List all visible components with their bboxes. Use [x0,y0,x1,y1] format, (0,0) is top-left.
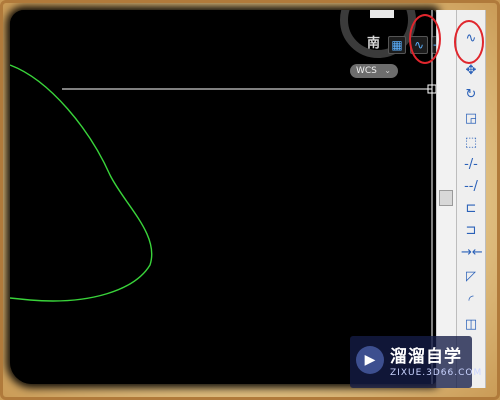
annotation-circle-right [454,20,484,64]
play-logo-icon: ▶ [356,346,384,374]
scale-tool-icon[interactable]: ◲ [461,110,481,128]
move-tool-icon[interactable]: ✥ [461,62,481,80]
explode-tool-icon[interactable]: ◫ [461,316,481,334]
ucs-badge-label: WCS [356,66,377,76]
vertical-scrollbar[interactable] [436,10,456,388]
watermark-title: 溜溜自学 [390,347,462,367]
break-at-point-tool-icon[interactable]: ⊏ [461,200,481,218]
modify-toolbar: ∿ ✥ ↻ ◲ ⬚ -/- --/⊏ ⊐ →← ◸ ◜ ◫ [456,10,486,388]
annotation-circle-left [409,14,441,64]
break-tool-icon[interactable]: ⊐ [461,222,481,240]
scrollbar-thumb[interactable] [439,190,453,206]
extend-tool-icon[interactable]: --/ [461,178,481,196]
watermark: ▶ 溜溜自学 ZIXUE.3D66.COM [350,336,481,388]
chamfer-tool-icon[interactable]: ◸ [461,268,481,286]
ucs-badge[interactable]: WCS ⌄ [350,64,398,78]
trim-tool-icon[interactable]: -/- [461,156,481,174]
join-tool-icon[interactable]: →← [461,244,483,262]
stretch-tool-icon[interactable]: ⬚ [461,134,481,152]
drawing-canvas[interactable]: 南 ▦ ∿ ⊹ WCS ⌄ [10,10,436,384]
chevron-down-icon: ⌄ [384,66,391,75]
rotate-tool-icon[interactable]: ↻ [461,86,481,104]
viewcube-south-label[interactable]: 南 [367,32,380,51]
green-spline-curve[interactable] [10,64,153,302]
fillet-tool-icon[interactable]: ◜ [461,292,481,310]
watermark-url: ZIXUE.3D66.COM [390,368,483,378]
grid-icon[interactable]: ▦ [388,36,406,54]
viewcube-box[interactable] [370,10,394,18]
